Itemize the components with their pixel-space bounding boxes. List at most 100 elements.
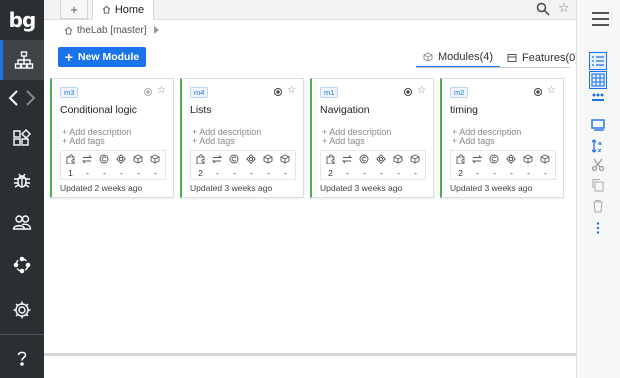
module-id-badge: m2 xyxy=(450,87,469,98)
module-title[interactable]: Conditional logic xyxy=(60,104,137,116)
cube-icon xyxy=(540,154,550,164)
sidebar-item-team[interactable] xyxy=(0,202,44,242)
module-card[interactable]: m3 ☆ Conditional logic + Add description… xyxy=(50,78,174,198)
nav-forward-icon[interactable] xyxy=(25,89,37,107)
module-title[interactable]: Navigation xyxy=(320,104,370,116)
updated-text: Updated 2 weeks ago xyxy=(60,183,143,193)
favorite-star-icon[interactable]: ☆ xyxy=(558,1,572,15)
new-tab-button[interactable]: + xyxy=(60,0,88,19)
cube-icon xyxy=(150,154,160,164)
add-tags-link[interactable]: + Add tags xyxy=(322,136,365,146)
sidebar-item-help[interactable] xyxy=(0,338,44,378)
sidebar-item-cycle[interactable] xyxy=(0,245,44,285)
watch-icon[interactable] xyxy=(533,87,543,97)
updated-text: Updated 3 weeks ago xyxy=(450,183,533,193)
module-metrics: 2 - - - - - xyxy=(450,150,556,180)
hierarchy-icon xyxy=(14,51,33,69)
sidebar-item-settings[interactable] xyxy=(0,290,44,330)
star-icon[interactable]: ☆ xyxy=(157,85,166,97)
sort-button[interactable]: a z xyxy=(589,137,607,155)
list-view-icon xyxy=(592,56,604,66)
metric-value: - xyxy=(527,168,530,178)
swap-icon xyxy=(342,155,352,164)
grid-view-button[interactable] xyxy=(589,71,607,89)
module-card[interactable]: m4 ☆ Lists + Add description + Add tags … xyxy=(180,78,304,198)
delete-button[interactable] xyxy=(589,197,607,215)
settings-icon xyxy=(13,301,31,319)
panel-button[interactable] xyxy=(589,116,607,134)
add-tags-link[interactable]: + Add tags xyxy=(192,136,235,146)
sidebar-item-hierarchy[interactable] xyxy=(0,40,44,80)
module-title[interactable]: Lists xyxy=(190,104,212,116)
new-module-label: New Module xyxy=(77,51,140,63)
metric-value: 2 xyxy=(198,168,203,178)
metric-swap: - xyxy=(469,151,486,181)
watch-icon[interactable] xyxy=(403,87,413,97)
tab-features[interactable]: Features(0) xyxy=(500,48,586,68)
metric-value: - xyxy=(493,168,496,178)
swap-icon xyxy=(82,155,92,164)
dots-view-icon xyxy=(592,93,604,101)
star-icon[interactable]: ☆ xyxy=(287,85,296,97)
module-title[interactable]: timing xyxy=(450,104,478,116)
metric-value: - xyxy=(233,168,236,178)
shapes-icon xyxy=(13,129,31,146)
swap-icon xyxy=(212,155,222,164)
grid-view-icon xyxy=(591,73,605,87)
metric-box: - xyxy=(130,151,147,181)
metric-value: - xyxy=(544,168,547,178)
add-tags-link[interactable]: + Add tags xyxy=(62,136,105,146)
tab-modules[interactable]: Modules(4) xyxy=(416,48,501,68)
svg-text:a: a xyxy=(598,141,602,147)
bottom-panel-handle[interactable] xyxy=(44,353,576,356)
watch-icon[interactable] xyxy=(143,87,153,97)
dots-view-button[interactable] xyxy=(589,89,607,107)
metric-puzzle: 2 xyxy=(452,151,469,181)
gear-diamond-icon xyxy=(506,154,516,164)
module-card[interactable]: m1 ☆ Navigation + Add description + Add … xyxy=(310,78,434,198)
metric-swap: - xyxy=(339,151,356,181)
metric-box: - xyxy=(390,151,407,181)
sort-az-icon: a z xyxy=(591,139,602,153)
loop-icon xyxy=(13,256,31,274)
metric-value: - xyxy=(250,168,253,178)
module-id-badge: m4 xyxy=(190,87,209,98)
star-icon[interactable]: ☆ xyxy=(547,85,556,97)
tab-home[interactable]: Home xyxy=(92,0,154,20)
bug-icon xyxy=(14,173,30,188)
more-button[interactable] xyxy=(589,219,607,237)
left-sidebar: bg xyxy=(0,0,44,378)
list-view-button[interactable] xyxy=(589,52,607,70)
sidebar-item-components[interactable] xyxy=(0,118,44,158)
star-icon[interactable]: ☆ xyxy=(417,85,426,97)
search-icon[interactable] xyxy=(536,2,550,16)
home-icon[interactable] xyxy=(64,26,73,35)
box-icon xyxy=(133,154,143,164)
add-tags-link[interactable]: + Add tags xyxy=(452,136,495,146)
metric-value: - xyxy=(510,168,513,178)
metric-puzzle: 2 xyxy=(192,151,209,181)
nav-back-icon[interactable] xyxy=(7,89,19,107)
copy-icon xyxy=(592,178,604,192)
new-module-button[interactable]: + New Module xyxy=(58,47,146,67)
module-card[interactable]: m2 ☆ timing + Add description + Add tags… xyxy=(440,78,564,198)
module-metrics: 2 - - - - - xyxy=(320,150,426,180)
gear-diamond-icon xyxy=(246,154,256,164)
module-id-badge: m3 xyxy=(60,87,79,98)
tab-bar: + Home ☆ xyxy=(44,0,576,20)
sidebar-item-bugs[interactable] xyxy=(0,160,44,200)
cut-button[interactable] xyxy=(589,156,607,174)
box-icon xyxy=(523,154,533,164)
module-metrics: 2 - - - - - xyxy=(190,150,296,180)
metric-swap: - xyxy=(79,151,96,181)
box-icon xyxy=(263,154,273,164)
copy-button[interactable] xyxy=(589,176,607,194)
watch-icon[interactable] xyxy=(273,87,283,97)
tabs-underline xyxy=(416,67,570,68)
metric-box: - xyxy=(260,151,277,181)
breadcrumb-project[interactable]: theLab [master] xyxy=(77,25,146,36)
metric-value: - xyxy=(120,168,123,178)
gear-diamond-icon xyxy=(376,154,386,164)
app-logo[interactable]: bg xyxy=(0,0,44,40)
menu-icon[interactable] xyxy=(592,12,609,26)
